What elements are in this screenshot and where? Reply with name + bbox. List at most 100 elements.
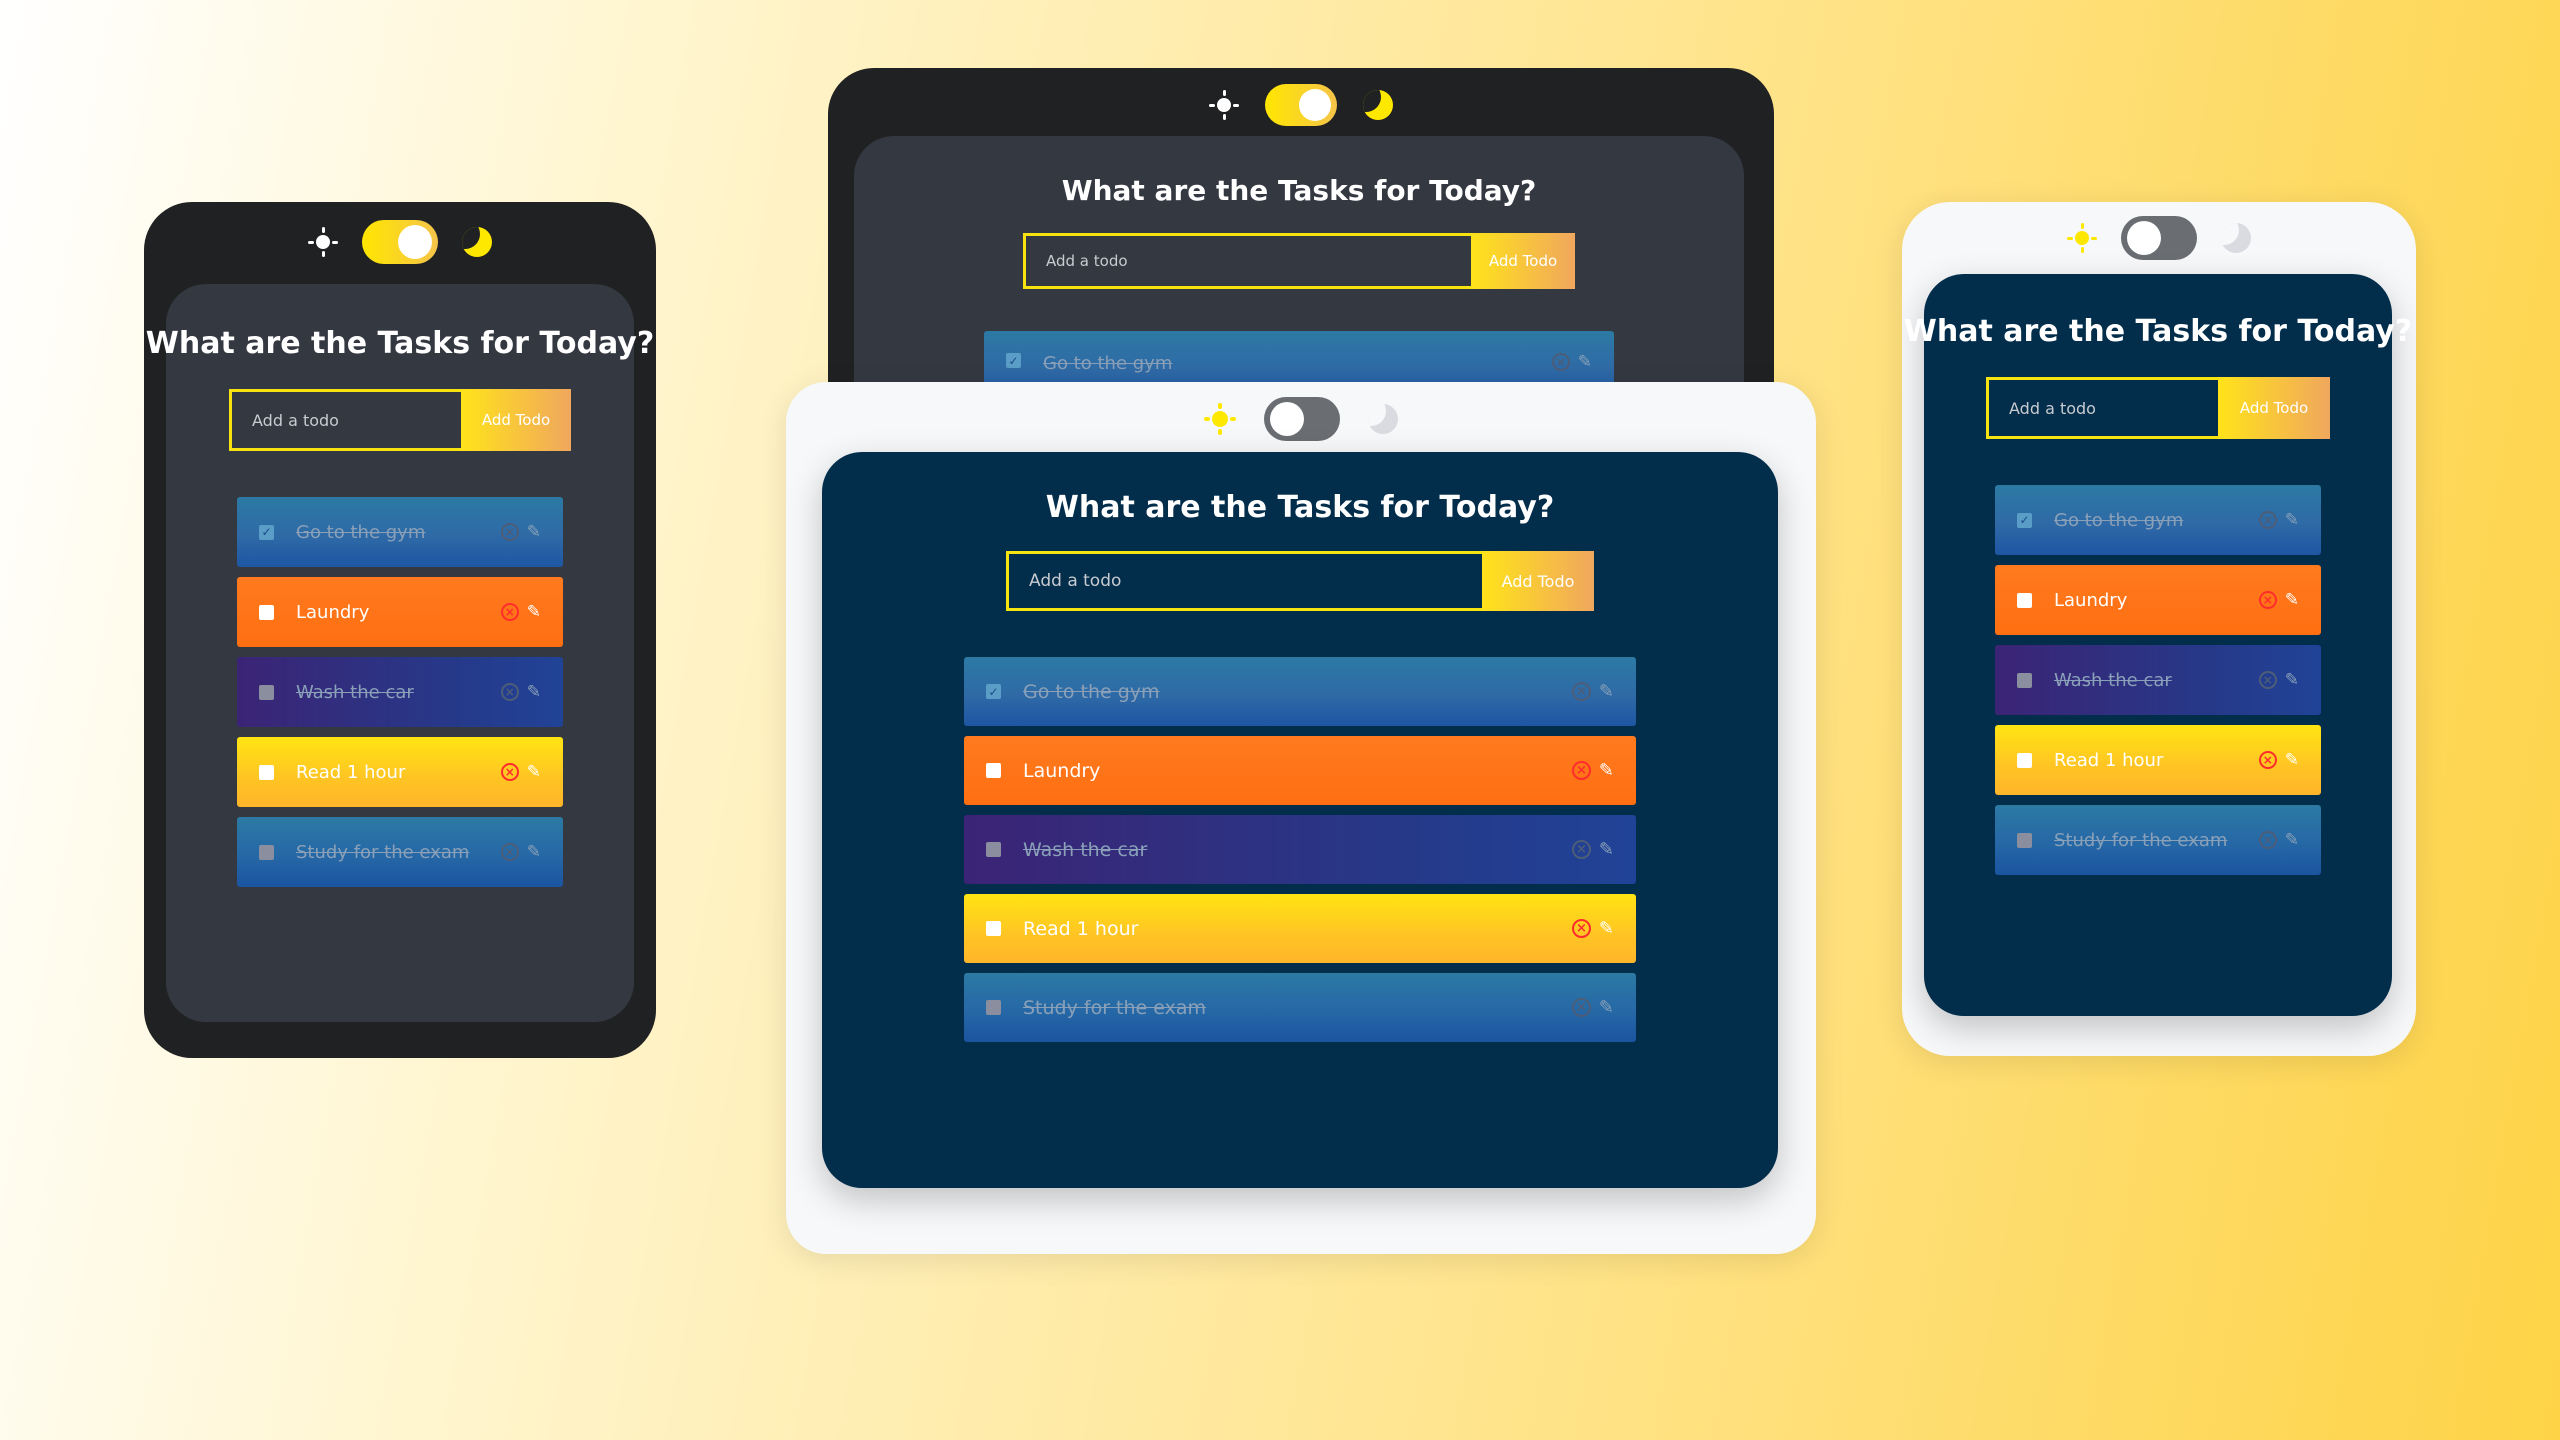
todo-item[interactable]: Laundry × ✎ [237,577,563,647]
todo-item[interactable]: Study for the exam × ✎ [237,817,563,887]
checkbox[interactable] [259,684,274,700]
todo-input[interactable] [1006,551,1482,611]
todo-item[interactable]: Study for the exam × ✎ [964,973,1636,1042]
edit-icon[interactable]: ✎ [2285,511,2299,529]
todo-label: Laundry [1023,759,1101,782]
todo-label: Study for the exam [1023,996,1207,1019]
edit-icon[interactable]: ✎ [1599,840,1614,859]
todo-item[interactable]: Wash the car × ✎ [964,815,1636,884]
theme-toggle-row [786,390,1816,448]
todo-form: Add Todo [1986,377,2330,439]
add-todo-button[interactable]: Add Todo [461,389,571,451]
delete-icon[interactable]: × [1571,840,1591,859]
todo-item[interactable]: Read 1 hour × ✎ [237,737,563,807]
checkbox[interactable] [259,604,274,620]
todo-list: Go to the gym × ✎ Laundry × ✎ Wash the c… [237,497,563,887]
todo-item[interactable]: Go to the gym × ✎ [237,497,563,567]
moon-icon [1368,404,1398,434]
edit-icon[interactable]: ✎ [527,603,541,621]
todo-label: Study for the exam [296,841,470,863]
sun-icon [2067,223,2097,253]
tablet-mockup-dark: What are the Tasks for Today? Add Todo G… [828,68,1774,408]
theme-toggle-switch[interactable] [1265,84,1337,126]
todo-label: Go to the gym [1023,680,1160,703]
todo-card: What are the Tasks for Today? Add Todo G… [822,452,1778,1188]
checkbox[interactable] [986,842,1001,857]
todo-label: Read 1 hour [1023,917,1139,940]
checkbox[interactable] [2017,832,2032,848]
edit-icon[interactable]: ✎ [1599,682,1614,701]
todo-label: Read 1 hour [2054,749,2164,771]
todo-item[interactable]: Laundry × ✎ [1995,565,2321,635]
edit-icon[interactable]: ✎ [2285,751,2299,769]
delete-icon[interactable]: × [1571,761,1591,780]
checkmark-icon[interactable] [986,684,1001,699]
edit-icon[interactable]: ✎ [2285,831,2299,849]
edit-icon[interactable]: ✎ [527,763,541,781]
checkmark-icon[interactable] [1006,353,1021,368]
checkbox[interactable] [986,921,1001,936]
delete-icon[interactable]: × [1571,998,1591,1017]
todo-label: Go to the gym [1043,353,1173,374]
edit-icon[interactable]: ✎ [2285,671,2299,689]
theme-toggle-row [1902,210,2416,266]
add-todo-button[interactable]: Add Todo [1482,551,1594,611]
delete-icon[interactable]: × [500,763,519,781]
delete-icon[interactable]: × [1571,682,1591,701]
delete-icon[interactable]: × [1571,919,1591,938]
todo-item[interactable]: Read 1 hour × ✎ [1995,725,2321,795]
todo-input[interactable] [1023,233,1471,289]
checkmark-icon[interactable] [2017,512,2032,528]
page-title: What are the Tasks for Today? [145,326,655,361]
todo-item[interactable]: Laundry × ✎ [964,736,1636,805]
edit-icon[interactable]: ✎ [527,523,541,541]
checkbox[interactable] [2017,752,2032,768]
todo-label: Go to the gym [296,521,426,543]
edit-icon[interactable]: ✎ [1599,761,1614,780]
todo-input[interactable] [229,389,461,451]
theme-toggle-switch[interactable] [362,220,438,264]
todo-list: Go to the gym × ✎ Laundry × ✎ Wash the c… [964,657,1636,1042]
delete-icon[interactable]: × [500,523,519,541]
todo-item[interactable]: Go to the gym × ✎ [964,657,1636,726]
todo-item[interactable]: Go to the gym × ✎ [1995,485,2321,555]
delete-icon[interactable]: × [500,683,519,701]
delete-icon[interactable]: × [2258,511,2277,529]
todo-form: Add Todo [1006,551,1594,611]
checkbox[interactable] [2017,592,2032,608]
checkmark-icon[interactable] [259,524,274,540]
theme-toggle-switch[interactable] [1264,397,1340,441]
edit-icon[interactable]: ✎ [527,683,541,701]
checkbox[interactable] [259,844,274,860]
add-todo-button[interactable]: Add Todo [1471,233,1575,289]
delete-icon[interactable]: × [2258,671,2277,689]
edit-icon[interactable]: ✎ [1599,998,1614,1017]
page-title: What are the Tasks for Today? [1045,490,1555,525]
todo-card: What are the Tasks for Today? Add Todo G… [1904,274,2412,1016]
todo-input[interactable] [1986,377,2218,439]
delete-icon[interactable]: × [2258,831,2277,849]
delete-icon[interactable]: × [2258,751,2277,769]
checkbox[interactable] [986,763,1001,778]
edit-icon[interactable]: ✎ [2285,591,2299,609]
todo-item[interactable]: Study for the exam × ✎ [1995,805,2321,875]
checkbox[interactable] [259,764,274,780]
edit-icon[interactable]: ✎ [1599,919,1614,938]
edit-icon[interactable]: ✎ [527,843,541,861]
todo-card: What are the Tasks for Today? Add Todo G… [854,136,1744,408]
theme-toggle-switch[interactable] [2121,216,2197,260]
sun-icon [308,227,338,257]
checkbox[interactable] [2017,672,2032,688]
todo-item[interactable]: Wash the car × ✎ [237,657,563,727]
delete-icon[interactable]: × [2258,591,2277,609]
add-todo-button[interactable]: Add Todo [2218,377,2330,439]
phone-mockup-dark: What are the Tasks for Today? Add Todo G… [144,202,656,1058]
todo-item[interactable]: Wash the car × ✎ [1995,645,2321,715]
checkbox[interactable] [986,1000,1001,1015]
delete-icon[interactable]: × [500,843,519,861]
theme-toggle-row [144,218,656,266]
delete-icon[interactable]: × [1551,353,1570,371]
todo-item[interactable]: Read 1 hour × ✎ [964,894,1636,963]
edit-icon[interactable]: ✎ [1578,353,1592,371]
delete-icon[interactable]: × [500,603,519,621]
